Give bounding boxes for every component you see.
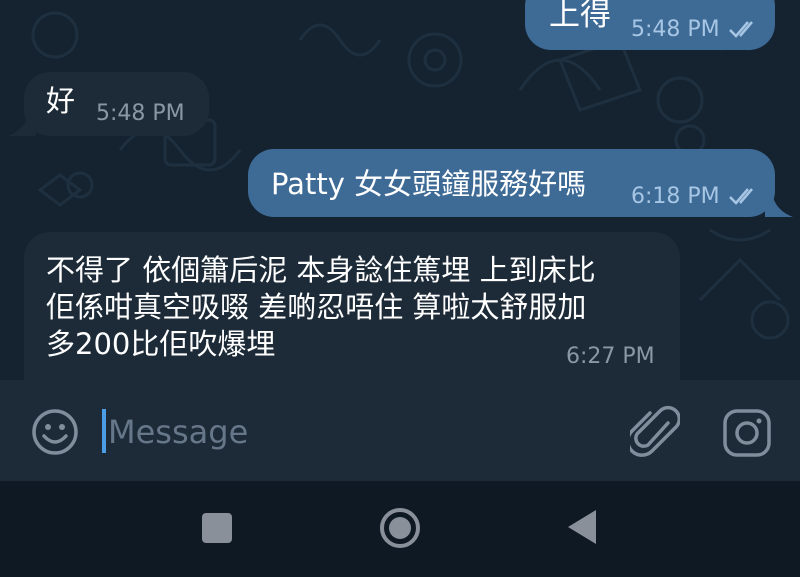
- message-time: 6:27 PM: [566, 344, 655, 369]
- paperclip-icon[interactable]: [630, 405, 680, 461]
- double-check-icon: [729, 188, 753, 205]
- smiley-face-icon[interactable]: [30, 407, 80, 457]
- message-text-line-2: 佢係咁真空吸啜 差啲忍唔住 算啦太舒服加: [46, 290, 587, 324]
- message-text: Patty 女女頭鐘服務好嗎: [271, 167, 587, 201]
- message-text-line-1: 不得了 依個簫后泥 本身諗住篤埋 上到床比: [46, 253, 596, 287]
- circle-icon[interactable]: [378, 506, 422, 550]
- message-bubble-outgoing[interactable]: 上得 5:48 PM: [525, 0, 775, 50]
- message-composer: Message: [0, 380, 800, 481]
- message-text: 上得: [549, 0, 611, 33]
- message-bubble-outgoing[interactable]: Patty 女女頭鐘服務好嗎 6:18 PM: [248, 149, 775, 217]
- message-input[interactable]: Message: [95, 400, 595, 460]
- message-placeholder: Message: [108, 413, 249, 451]
- triangle-back-icon[interactable]: [566, 508, 600, 546]
- message-bubble-incoming[interactable]: 不得了 依個簫后泥 本身諗住篤埋 上到床比 佢係咁真空吸啜 差啲忍唔住 算啦太舒…: [24, 232, 680, 380]
- message-text-line-3: 多200比佢吹爆埋: [46, 327, 276, 361]
- square-icon[interactable]: [200, 511, 234, 545]
- message-text: 好: [46, 84, 76, 118]
- message-time: 5:48 PM: [631, 17, 720, 42]
- double-check-icon: [729, 21, 753, 38]
- chat-area[interactable]: 上得 5:48 PM 好 5:48 PM Patty 女女頭鐘服務好嗎 6:18…: [0, 0, 800, 380]
- instagram-camera-icon[interactable]: [722, 408, 772, 458]
- bubble-tail: [765, 197, 793, 217]
- text-caret: [102, 409, 106, 453]
- message-bubble-incoming[interactable]: 好 5:48 PM: [24, 72, 209, 136]
- message-time: 6:18 PM: [631, 184, 720, 209]
- message-time: 5:48 PM: [96, 101, 185, 126]
- system-nav-bar: [0, 481, 800, 577]
